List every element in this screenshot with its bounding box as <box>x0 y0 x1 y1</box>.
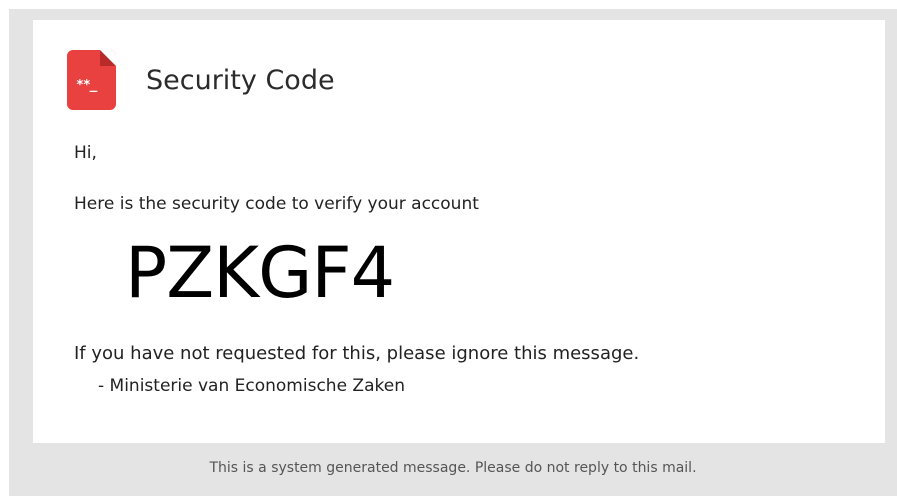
email-card: **_ Security Code Hi, Here is the securi… <box>33 20 885 443</box>
intro-text: Here is the security code to verify your… <box>74 194 479 214</box>
footer-disclaimer: This is a system generated message. Plea… <box>209 460 697 476</box>
email-frame: **_ Security Code Hi, Here is the securi… <box>9 9 897 496</box>
greeting-text: Hi, <box>74 143 97 163</box>
email-title: Security Code <box>146 64 335 96</box>
email-header: **_ Security Code <box>67 48 335 112</box>
signoff-text: - Ministerie van Economische Zaken <box>98 376 405 396</box>
ignore-notice: If you have not requested for this, plea… <box>74 343 640 364</box>
password-glyph: **_ <box>76 78 98 93</box>
page-fold <box>100 50 116 66</box>
password-file-icon: **_ <box>67 50 116 110</box>
security-code: PZKGF4 <box>125 232 395 314</box>
